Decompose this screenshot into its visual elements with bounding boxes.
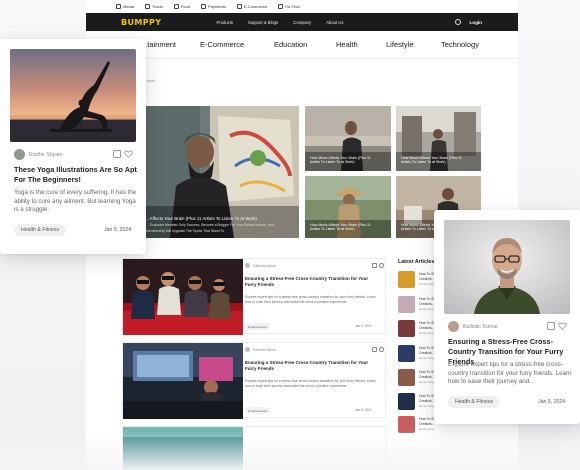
- card-author: Ballistic Kumar: [448, 321, 498, 332]
- feed-excerpt: Explore expert tips for a stress-free cr…: [245, 379, 376, 388]
- latest-thumbnail: [398, 393, 415, 410]
- bottom-fade: [0, 430, 580, 470]
- category-tag[interactable]: Health & Fitness: [448, 396, 501, 408]
- latest-articles-title: Latest Articles: [398, 259, 435, 265]
- category-tag[interactable]: Health & Fitness: [14, 224, 67, 236]
- nav-link-about[interactable]: About Us: [326, 20, 343, 25]
- feed-title[interactable]: Ensuring a Stress-Free Cross-Country Tra…: [245, 360, 380, 372]
- article-caption: How Music Affects Your Brain (Plus 11 Ar…: [310, 222, 371, 232]
- heart-icon[interactable]: [379, 347, 384, 352]
- article-tile[interactable]: How Music Affects Your Brain (Plus 11 Ar…: [396, 106, 481, 171]
- article-tile[interactable]: How Music Affects Your Brain (Plus 11 Ar…: [305, 176, 391, 238]
- edtech-icon: [278, 4, 284, 9]
- featured-card-yoga[interactable]: Radhe Shyam These Yoga Illustrations Are…: [0, 39, 146, 254]
- avatar: [448, 321, 459, 332]
- nav-right: Login: [455, 19, 482, 25]
- travel-icon: [144, 4, 150, 9]
- latest-thumbnail: [398, 320, 415, 337]
- publish-date: Jan 9, 2024: [355, 324, 372, 328]
- category-technology[interactable]: Technology: [441, 40, 479, 49]
- publish-date: Jan 9, 2024: [355, 408, 372, 412]
- nav-link-company[interactable]: Company: [293, 20, 311, 25]
- category-bar: ...tainment E-Commerce Education Health …: [86, 31, 518, 57]
- latest-thumbnail: [398, 296, 415, 313]
- hero-caption: ...Affects Your Brain (Plus 11 Artists T…: [146, 216, 275, 234]
- media-icon: [116, 4, 121, 9]
- nav-link-support[interactable]: Support & Blogs: [248, 20, 278, 25]
- card-image: [444, 220, 570, 314]
- article-caption: How Music Affects Your Brain (Plus 11 Ar…: [401, 155, 462, 165]
- canvas: Media Travel Food Payments E-Commerce Ed…: [0, 0, 580, 470]
- save-icon[interactable]: [547, 322, 555, 330]
- topbar-item-ecommerce[interactable]: E-Commerce: [236, 4, 267, 9]
- nav-links: Products Support & Blogs Company About U…: [216, 20, 343, 25]
- card-actions: [113, 150, 133, 158]
- publish-date: Jan 9, 2024: [538, 399, 566, 405]
- card-title[interactable]: These Yoga Illustrations Are So Apt For …: [14, 165, 138, 185]
- feed-article-card[interactable]: Editorial Name Ensuring a Stress-Free Cr…: [122, 342, 386, 419]
- login-button[interactable]: Login: [469, 20, 482, 25]
- heart-icon[interactable]: [379, 263, 384, 268]
- save-icon[interactable]: [372, 347, 377, 352]
- category-entertainment[interactable]: ...tainment: [141, 40, 176, 49]
- category-lifestyle[interactable]: Lifestyle: [386, 40, 414, 49]
- article-tile[interactable]: How Music Affects Your Brain (Plus 11 Ar…: [305, 106, 391, 171]
- latest-thumbnail: [398, 345, 415, 362]
- category-divider: [86, 58, 518, 59]
- latest-article-item[interactable]: How To St... Creativit... Harsh Dogr...: [398, 345, 438, 362]
- category-tag[interactable]: Entertainment: [245, 407, 271, 414]
- avatar: [245, 347, 250, 352]
- latest-article-item[interactable]: How To St... Creativit... Harsh Dogr...: [398, 320, 438, 337]
- save-icon[interactable]: [113, 150, 121, 158]
- category-tag[interactable]: Entertainment: [245, 323, 271, 330]
- latest-article-item[interactable]: How To St... Creativit... Harsh Dogr...: [398, 393, 438, 410]
- latest-article-item[interactable]: How To St... Creativit... Harsh Dogr...: [398, 369, 438, 386]
- topbar: Media Travel Food Payments E-Commerce Ed…: [86, 0, 518, 13]
- gaming-image: [123, 343, 243, 419]
- category-education[interactable]: Education: [274, 40, 307, 49]
- featured-card-transition[interactable]: Ballistic Kumar Ensuring a Stress-Free C…: [434, 210, 580, 424]
- hero-article[interactable]: ...Affects Your Brain (Plus 11 Artists T…: [140, 106, 299, 238]
- avatar: [14, 149, 25, 160]
- topbar-item-travel[interactable]: Travel: [144, 4, 163, 9]
- feed-author: Editorial Name: [253, 348, 276, 352]
- food-icon: [173, 4, 179, 9]
- feed-excerpt: Explore expert tips for a stress-free cr…: [245, 295, 376, 304]
- card-author: Radhe Shyam: [14, 149, 63, 160]
- topbar-item-payments[interactable]: Payments: [201, 4, 226, 9]
- cart-icon: [236, 4, 242, 9]
- main-nav: BUMPPY Products Support & Blogs Company …: [86, 13, 518, 31]
- feed-title[interactable]: Ensuring a Stress-Free Cross-Country Tra…: [245, 276, 380, 288]
- feed-thumbnail: [123, 343, 243, 419]
- category-health[interactable]: Health: [336, 40, 358, 49]
- article-caption: How Music Affects Your Brain (Plus 11 Ar…: [310, 155, 371, 165]
- topbar-item-food[interactable]: Food: [173, 4, 190, 9]
- heart-icon[interactable]: [124, 150, 133, 158]
- avatar: [245, 263, 250, 268]
- latest-thumbnail: [398, 369, 415, 386]
- save-icon[interactable]: [372, 263, 377, 268]
- heart-icon[interactable]: [558, 322, 567, 330]
- yoga-sunset-image: [10, 49, 136, 142]
- latest-thumbnail: [398, 271, 415, 288]
- payments-icon: [201, 4, 206, 9]
- brand-logo[interactable]: BUMPPY: [121, 18, 161, 27]
- topbar-item-edtech[interactable]: Ed-Tech: [278, 4, 300, 9]
- cinema-image: [123, 259, 243, 335]
- portrait-image: [444, 220, 570, 314]
- search-icon[interactable]: [455, 19, 462, 25]
- latest-article-item[interactable]: How To St... Creativit... Harsh Dogr...: [398, 271, 438, 288]
- nav-link-products[interactable]: Products: [216, 20, 233, 25]
- topbar-item-media[interactable]: Media: [116, 4, 134, 9]
- card-image: [10, 49, 136, 142]
- latest-article-item[interactable]: How To St... Creativit... Harsh Dogr...: [398, 296, 438, 313]
- publish-date: Jan 9, 2024: [104, 227, 132, 233]
- feed-article-card[interactable]: Editorial Name Ensuring a Stress-Free Cr…: [122, 258, 386, 335]
- card-excerpt: Explore expert tips for a stress-free cr…: [448, 361, 572, 386]
- category-ecommerce[interactable]: E-Commerce: [200, 40, 244, 49]
- card-actions: [547, 322, 567, 330]
- feed-author: Editorial Name: [253, 264, 276, 268]
- card-excerpt: Yoga is the cure of every suffering. It …: [14, 189, 137, 214]
- feed-thumbnail: [123, 259, 243, 335]
